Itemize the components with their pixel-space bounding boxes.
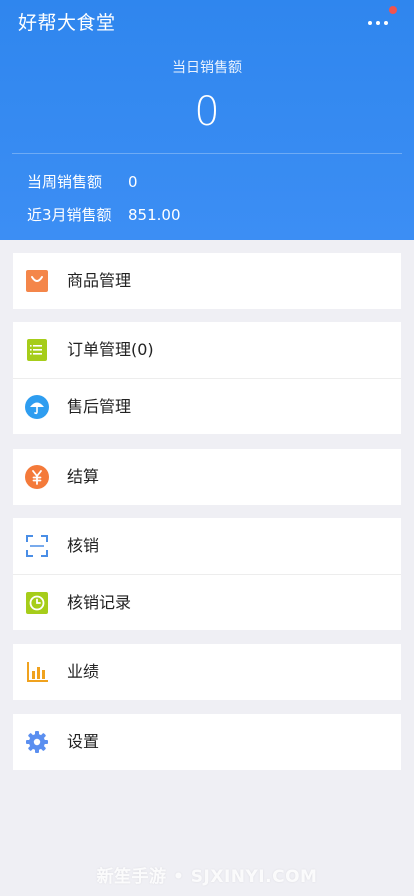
notification-badge [389, 6, 397, 14]
menu-item-settlement[interactable]: 结算 [13, 449, 401, 505]
week-sales-row: 当周销售额 0 [27, 171, 138, 192]
settlement-card: 结算 [13, 449, 401, 505]
header: 好帮大食堂 当日销售额 0 当周销售额 0 近3月销售额 851.00 [0, 0, 414, 240]
menu-item-performance[interactable]: 业绩 [13, 644, 401, 700]
umbrella-icon [25, 395, 49, 419]
app-title: 好帮大食堂 [18, 12, 116, 34]
menu-item-goods[interactable]: 商品管理 [13, 253, 401, 309]
menu-item-after-sales-label: 售后管理 [67, 397, 132, 416]
more-icon [368, 21, 388, 25]
week-sales-value: 0 [128, 173, 138, 191]
bar-chart-icon [25, 660, 49, 684]
goods-card: 商品管理 [13, 253, 401, 309]
shopping-bag-icon [25, 269, 49, 293]
menu-item-after-sales[interactable]: 售后管理 [13, 378, 401, 434]
gear-icon [25, 730, 49, 754]
menu-item-goods-label: 商品管理 [67, 271, 132, 290]
menu-item-orders[interactable]: 订单管理(0) [13, 322, 401, 378]
watermark: 新笙手游 • SJXINYI.COM [96, 867, 318, 887]
three-month-sales-value: 851.00 [128, 206, 181, 224]
order-list-icon [25, 338, 49, 362]
menu-item-verify-records-label: 核销记录 [67, 593, 132, 612]
menu-item-settings-label: 设置 [67, 732, 100, 751]
three-month-sales-row: 近3月销售额 851.00 [27, 204, 181, 225]
menu-item-orders-label: 订单管理(0) [67, 340, 154, 359]
three-month-sales-label: 近3月销售额 [27, 206, 112, 224]
yen-icon [25, 465, 49, 489]
menu-item-verify-records[interactable]: 核销记录 [13, 574, 401, 630]
more-button[interactable] [362, 6, 402, 38]
performance-card: 业绩 [13, 644, 401, 700]
settings-card: 设置 [13, 714, 401, 770]
menu-item-verify-label: 核销 [67, 536, 100, 555]
menu-item-verify[interactable]: 核销 [13, 518, 401, 574]
scan-icon [25, 534, 49, 558]
today-sales-label: 当日销售额 [172, 60, 242, 76]
orders-card: 订单管理(0) 售后管理 [13, 322, 401, 434]
header-divider [12, 153, 402, 154]
menu-item-settings[interactable]: 设置 [13, 714, 401, 770]
verify-card: 核销 核销记录 [13, 518, 401, 630]
today-sales-value: 0 [194, 89, 220, 135]
clock-icon [25, 591, 49, 615]
menu-item-performance-label: 业绩 [67, 662, 100, 681]
week-sales-label: 当周销售额 [27, 173, 103, 191]
menu-item-settlement-label: 结算 [67, 467, 100, 486]
